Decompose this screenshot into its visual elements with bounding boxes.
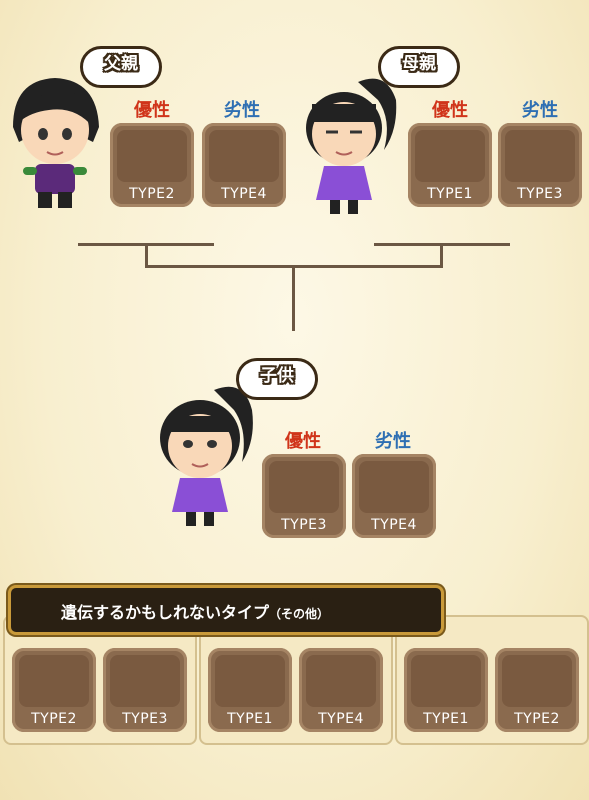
father-recessive-tile: TYPE4 (202, 123, 286, 207)
type-caption: TYPE1 (427, 186, 473, 202)
hair-face-icon (411, 655, 481, 707)
mother-dominant-tile: TYPE1 (408, 123, 492, 207)
connector-line (440, 243, 443, 267)
mother-recessive-tile: TYPE3 (498, 123, 582, 207)
banner-note: （その他） (269, 607, 330, 621)
mother-recessive-label: 劣性 (522, 100, 558, 121)
hair-face-icon (269, 461, 339, 513)
mother-dominant-label: 優性 (432, 100, 468, 121)
connector-line (145, 243, 148, 267)
father-recessive-label: 劣性 (224, 100, 260, 121)
type-caption: TYPE2 (129, 186, 175, 202)
type-caption: TYPE4 (318, 711, 364, 727)
other-type-tile: TYPE2 (12, 648, 96, 732)
type-caption: TYPE3 (122, 711, 168, 727)
child-label-bubble: 子供 (236, 358, 318, 400)
banner-title: 遺伝するかもしれないタイプ (61, 603, 270, 622)
father-label-bubble: 父親 (80, 46, 162, 88)
hair-face-icon (502, 655, 572, 707)
connector-line (292, 265, 295, 331)
type-caption: TYPE2 (514, 711, 560, 727)
type-caption: TYPE4 (221, 186, 267, 202)
mother-avatar (306, 78, 397, 214)
other-types-banner: 遺伝するかもしれないタイプ（その他） (8, 585, 444, 635)
other-type-tile: TYPE1 (208, 648, 292, 732)
hair-face-icon (117, 130, 187, 182)
father-avatar (13, 78, 99, 208)
hair-face-icon (215, 655, 285, 707)
mother-label-bubble: 母親 (378, 46, 460, 88)
hair-face-icon (505, 130, 575, 182)
other-type-tile: TYPE1 (404, 648, 488, 732)
other-type-tile: TYPE2 (495, 648, 579, 732)
child-dominant-label: 優性 (285, 431, 321, 452)
type-caption: TYPE3 (281, 517, 327, 533)
father-dominant-label: 優性 (134, 100, 170, 121)
child-dominant-tile: TYPE3 (262, 454, 346, 538)
type-caption: TYPE3 (517, 186, 563, 202)
father-dominant-tile: TYPE2 (110, 123, 194, 207)
child-recessive-tile: TYPE4 (352, 454, 436, 538)
type-caption: TYPE4 (371, 517, 417, 533)
hair-face-icon (209, 130, 279, 182)
other-type-tile: TYPE3 (103, 648, 187, 732)
other-type-tile: TYPE4 (299, 648, 383, 732)
hair-face-icon (306, 655, 376, 707)
child-recessive-label: 劣性 (375, 431, 411, 452)
hair-face-icon (19, 655, 89, 707)
hair-face-icon (110, 655, 180, 707)
type-caption: TYPE1 (423, 711, 469, 727)
child-avatar (160, 386, 253, 526)
type-caption: TYPE2 (31, 711, 77, 727)
type-caption: TYPE1 (227, 711, 273, 727)
hair-face-icon (415, 130, 485, 182)
hair-face-icon (359, 461, 429, 513)
